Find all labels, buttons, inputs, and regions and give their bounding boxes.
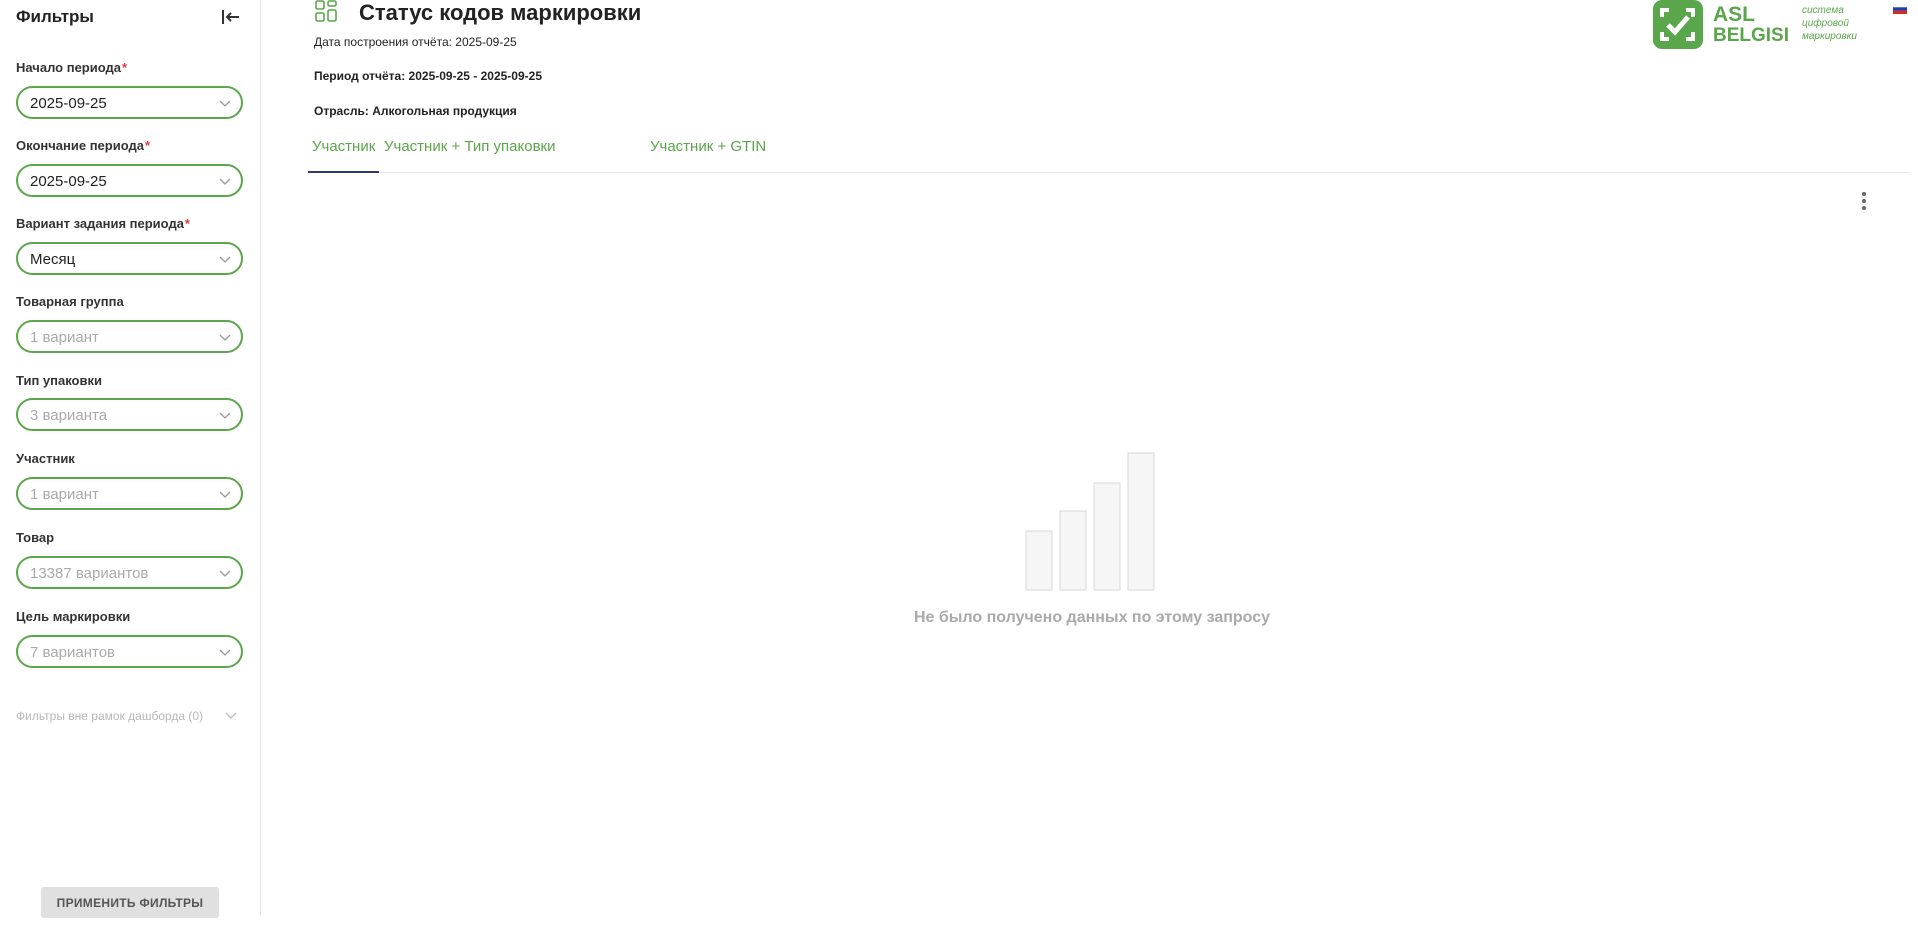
chevron-down-icon (219, 491, 231, 498)
chevron-down-icon (219, 649, 231, 656)
logo-tag3: маркировки (1802, 31, 1857, 42)
end-period-label: Окончание периода* (16, 138, 150, 153)
tab-participant-package[interactable]: Участник + Тип упаковки (380, 136, 560, 173)
asl-belgisi-logo: ASL BELGISI система цифровой маркировки (1652, 0, 1862, 52)
package-type-select[interactable]: 3 варианта (16, 398, 243, 431)
product-group-label: Товарная группа (16, 294, 124, 309)
period-variant-value: Месяц (30, 251, 76, 268)
package-type-label: Тип упаковки (16, 373, 102, 388)
filters-sidebar: Фильтры Начало периода* 2025-09-25 Оконч… (0, 0, 261, 918)
logo-mark-icon: ASL BELGISI система цифровой маркировки (1653, 0, 1857, 49)
logo-tag1: система (1802, 5, 1844, 16)
marking-purpose-label: Цель маркировки (16, 609, 131, 624)
required-mark: * (121, 60, 128, 75)
report-main: Статус кодов маркировки Дата построения … (262, 0, 1918, 946)
chevron-down-icon (219, 178, 231, 185)
collapse-left-icon (222, 10, 239, 24)
period-variant-label-text: Вариант задания периода (16, 216, 184, 231)
chevron-down-icon (219, 256, 231, 263)
participant-select[interactable]: 1 вариант (16, 477, 243, 510)
tab-participant[interactable]: Участник (308, 136, 380, 173)
end-period-select[interactable]: 2025-09-25 (16, 164, 243, 197)
industry: Отрасль: Алкогольная продукция (314, 104, 517, 118)
start-period-label-text: Начало периода (16, 60, 121, 75)
collapse-sidebar-button[interactable] (220, 6, 242, 28)
chevron-down-icon (219, 570, 231, 577)
russian-flag-icon[interactable] (1893, 4, 1907, 14)
participant-label: Участник (16, 451, 75, 466)
product-label: Товар (16, 530, 55, 545)
start-period-select[interactable]: 2025-09-25 (16, 86, 243, 119)
product-value: 13387 вариантов (30, 565, 149, 582)
chevron-down-icon (219, 334, 231, 341)
chevron-down-icon (219, 100, 231, 107)
apply-filters-button[interactable]: ПРИМЕНИТЬ ФИЛЬТРЫ (41, 887, 219, 918)
logo-tag2: цифровой (1802, 17, 1849, 29)
sidebar-title: Фильтры (16, 7, 94, 26)
outside-filters-label: Фильтры вне рамок дашборда (0) (16, 709, 204, 723)
more-options-icon[interactable] (1859, 190, 1869, 212)
chevron-down-icon (219, 412, 231, 419)
required-mark: * (144, 138, 151, 153)
empty-bar-chart-icon (1025, 452, 1155, 591)
product-select[interactable]: 13387 вариантов (16, 556, 243, 589)
end-period-value: 2025-09-25 (30, 173, 107, 190)
marking-purpose-value: 7 вариантов (30, 644, 116, 661)
product-group-select[interactable]: 1 вариант (16, 320, 243, 353)
build-date: Дата построения отчёта: 2025-09-25 (314, 35, 517, 49)
participant-value: 1 вариант (30, 486, 99, 503)
period-variant-label: Вариант задания периода* (16, 216, 190, 231)
end-period-label-text: Окончание периода (16, 138, 144, 153)
marking-purpose-select[interactable]: 7 вариантов (16, 635, 243, 668)
product-group-value: 1 вариант (30, 329, 99, 346)
logo-line2: BELGISI (1713, 25, 1789, 46)
start-period-value: 2025-09-25 (30, 95, 107, 112)
report-tabs: Участник Участник + Тип упаковки Участни… (308, 136, 1910, 173)
dashboard-icon (315, 0, 337, 22)
page-title: Статус кодов маркировки (359, 0, 642, 25)
logo-line1: ASL (1713, 3, 1755, 26)
chevron-down-icon (225, 712, 237, 719)
empty-state-message: Не было получено данных по этому запросу (913, 609, 1271, 626)
outside-filters-toggle[interactable]: Фильтры вне рамок дашборда (0) (16, 707, 241, 726)
required-mark: * (184, 216, 190, 231)
package-type-value: 3 варианта (30, 407, 108, 424)
tab-participant-gtin[interactable]: Участник + GTIN (646, 136, 770, 173)
period-variant-select[interactable]: Месяц (16, 242, 243, 275)
start-period-label: Начало периода* (16, 60, 127, 75)
report-period: Период отчёта: 2025-09-25 - 2025-09-25 (314, 69, 542, 83)
